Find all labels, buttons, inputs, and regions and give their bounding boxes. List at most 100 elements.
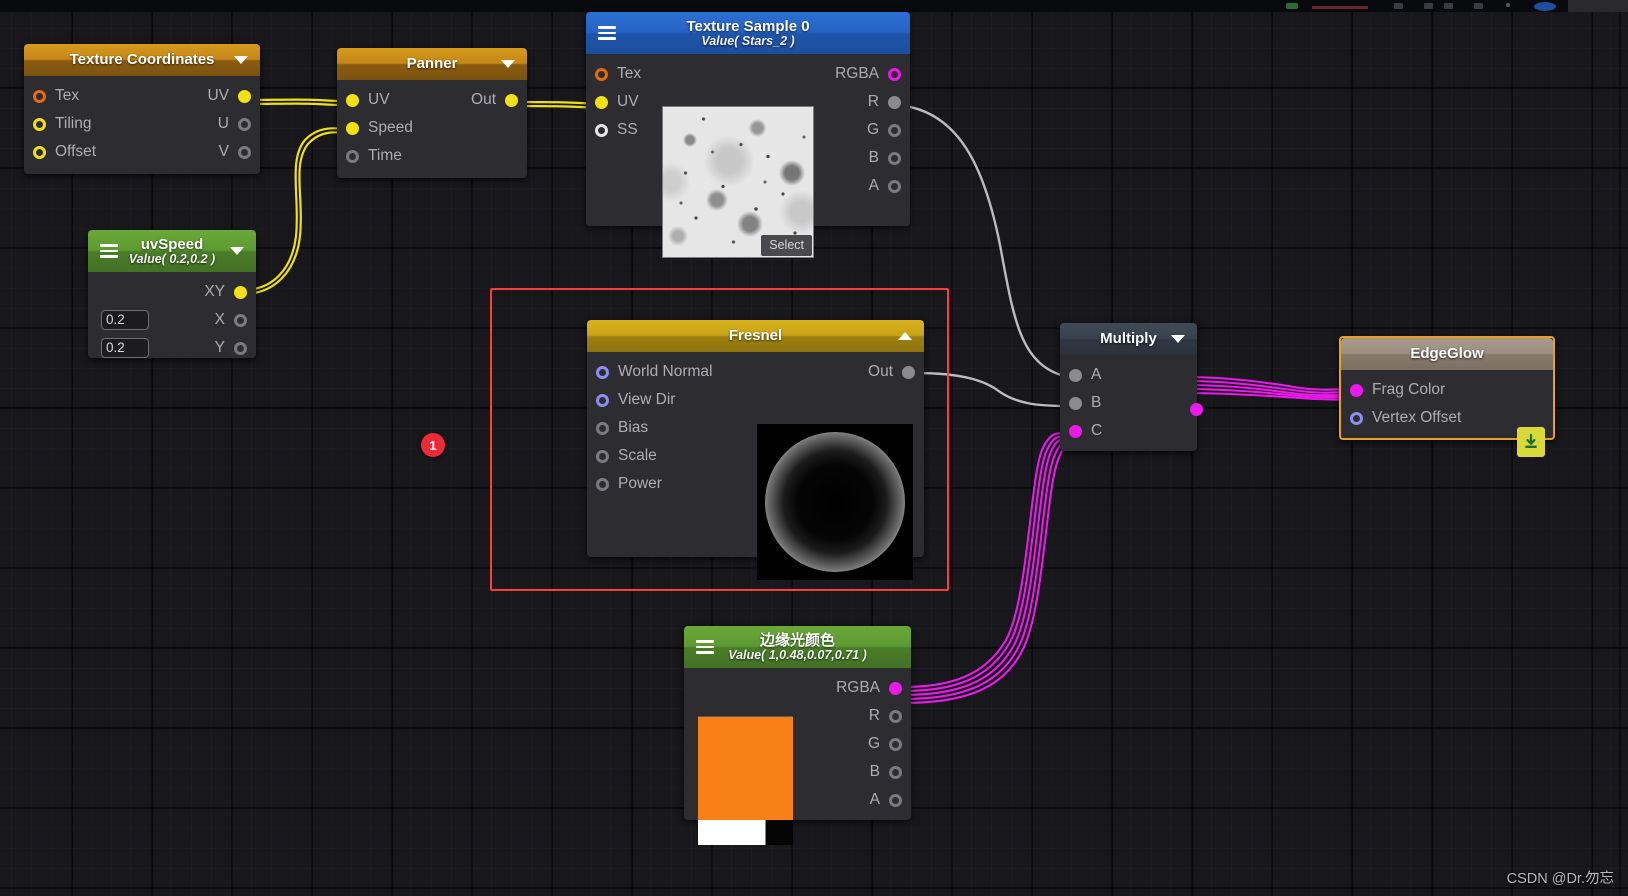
port-uv[interactable] (346, 93, 359, 107)
node-header[interactable]: Fresnel (587, 320, 924, 352)
port-c[interactable] (1069, 424, 1082, 438)
port-view-dir[interactable] (596, 393, 609, 407)
port-b-out[interactable] (888, 151, 901, 165)
port-offset[interactable] (33, 145, 46, 159)
node-header[interactable]: Texture Coordinates (24, 44, 260, 76)
port-y-out[interactable] (234, 341, 247, 355)
node-input-row[interactable]: Tex (586, 60, 656, 88)
port-a-out[interactable] (889, 793, 902, 807)
port-b[interactable] (1069, 396, 1082, 410)
port-r-out[interactable] (888, 95, 901, 109)
node-input-row[interactable]: Offset (24, 138, 195, 166)
port-out[interactable] (505, 93, 518, 107)
node-output-row[interactable]: RGBA (684, 674, 911, 702)
port-rgba-out[interactable] (889, 681, 902, 695)
texture-preview-thumbnail[interactable]: Select (662, 106, 814, 258)
port-a-out[interactable] (888, 179, 901, 193)
port-r-out[interactable] (889, 709, 902, 723)
port-world-normal[interactable] (596, 365, 609, 379)
topbar-icon-4 (1474, 3, 1483, 9)
hamburger-menu-icon[interactable] (696, 640, 714, 654)
node-input-row[interactable]: SS (586, 116, 656, 144)
node-input-row[interactable]: B (1060, 389, 1197, 417)
node-input-row[interactable]: Time (337, 142, 459, 170)
chevron-down-icon[interactable] (234, 56, 248, 64)
node-header[interactable]: 边缘光颜色 Value( 1,0.48,0.07,0.71 ) (684, 626, 911, 668)
node-input-row[interactable]: UV (586, 88, 656, 116)
node-output-row[interactable]: RGBA (823, 60, 910, 88)
node-output-row[interactable]: U (195, 110, 260, 138)
port-g-out[interactable] (889, 737, 902, 751)
node-uvspeed[interactable]: uvSpeed Value( 0.2,0.2 ) XY X Y 0.2 0.2 (88, 230, 256, 358)
node-output-row[interactable]: A (823, 172, 910, 200)
node-input-row[interactable]: View Dir (587, 386, 856, 414)
node-header[interactable]: Panner (337, 48, 527, 80)
node-output-row[interactable]: B (823, 144, 910, 172)
node-edgeglow[interactable]: EdgeGlow Frag Color Vertex Offset (1339, 336, 1555, 457)
select-texture-button[interactable]: Select (761, 235, 812, 256)
port-v-out[interactable] (238, 145, 251, 159)
node-output-row[interactable]: UV (195, 82, 260, 110)
node-header[interactable]: Texture Sample 0 Value( Stars_2 ) (586, 12, 910, 54)
port-u-out[interactable] (238, 117, 251, 131)
port-tex[interactable] (595, 67, 608, 81)
port-time[interactable] (346, 149, 359, 163)
save-download-icon[interactable] (1517, 427, 1545, 457)
node-texture-sample[interactable]: Texture Sample 0 Value( Stars_2 ) Tex UV (586, 12, 910, 258)
chevron-down-icon[interactable] (230, 247, 244, 255)
node-output-row[interactable]: V (195, 138, 260, 166)
node-input-row[interactable]: Tiling (24, 110, 195, 138)
port-bias[interactable] (596, 421, 609, 435)
node-output-row[interactable]: R (823, 88, 910, 116)
chevron-up-icon[interactable] (898, 332, 912, 340)
port-power[interactable] (596, 477, 609, 491)
color-swatch[interactable] (698, 716, 793, 845)
node-input-row[interactable]: UV (337, 86, 459, 114)
node-output-row[interactable]: Out (459, 86, 527, 114)
chevron-down-icon[interactable] (501, 60, 515, 68)
port-out[interactable] (902, 365, 915, 379)
chevron-down-icon[interactable] (1171, 335, 1185, 343)
node-input-row[interactable]: Tex (24, 82, 195, 110)
node-header[interactable]: Multiply (1060, 323, 1197, 355)
node-input-row[interactable]: C (1060, 417, 1197, 445)
port-xy-out[interactable] (234, 285, 247, 299)
port-uv[interactable] (595, 95, 608, 109)
node-texture-coordinates[interactable]: Texture Coordinates Tex Tiling Offset UV… (24, 44, 260, 174)
port-x-out[interactable] (234, 313, 247, 327)
node-output-row[interactable]: Out (856, 358, 924, 386)
port-tiling[interactable] (33, 117, 46, 131)
port-label: Bias (618, 419, 649, 436)
node-input-row[interactable]: World Normal (587, 358, 856, 386)
port-tex[interactable] (33, 89, 46, 103)
port-ss[interactable] (595, 123, 608, 137)
node-header[interactable]: EdgeGlow (1341, 338, 1553, 370)
alpha-bar[interactable] (698, 820, 793, 845)
port-scale[interactable] (596, 449, 609, 463)
hamburger-menu-icon[interactable] (100, 244, 118, 258)
node-input-row[interactable]: Speed (337, 114, 459, 142)
node-header[interactable]: uvSpeed Value( 0.2,0.2 ) (88, 230, 256, 272)
port-out[interactable] (1190, 403, 1203, 416)
port-vertex-offset[interactable] (1350, 411, 1363, 425)
y-value-input[interactable]: 0.2 (101, 338, 149, 358)
node-panner[interactable]: Panner UV Speed Time Out (337, 48, 527, 178)
node-title: Multiply (1100, 330, 1157, 347)
x-value-input[interactable]: 0.2 (101, 310, 149, 330)
node-rim-color[interactable]: 边缘光颜色 Value( 1,0.48,0.07,0.71 ) RGBA R G (684, 626, 911, 845)
port-speed[interactable] (346, 121, 359, 135)
node-fresnel[interactable]: Fresnel World Normal View Dir Bias Scale… (587, 320, 924, 580)
node-input-row[interactable]: A (1060, 361, 1197, 389)
hamburger-menu-icon[interactable] (598, 26, 616, 40)
node-output-row[interactable]: XY (88, 278, 256, 306)
node-output-row[interactable]: G (823, 116, 910, 144)
node-input-row[interactable]: Frag Color (1341, 376, 1553, 404)
port-frag-color[interactable] (1350, 383, 1363, 397)
port-uv-out[interactable] (238, 89, 251, 103)
port-rgba-out[interactable] (888, 67, 901, 81)
node-graph-canvas[interactable]: Texture Coordinates Tex Tiling Offset UV… (0, 0, 1628, 896)
port-a[interactable] (1069, 368, 1082, 382)
node-multiply[interactable]: Multiply A B C (1060, 323, 1203, 451)
port-g-out[interactable] (888, 123, 901, 137)
port-b-out[interactable] (889, 765, 902, 779)
